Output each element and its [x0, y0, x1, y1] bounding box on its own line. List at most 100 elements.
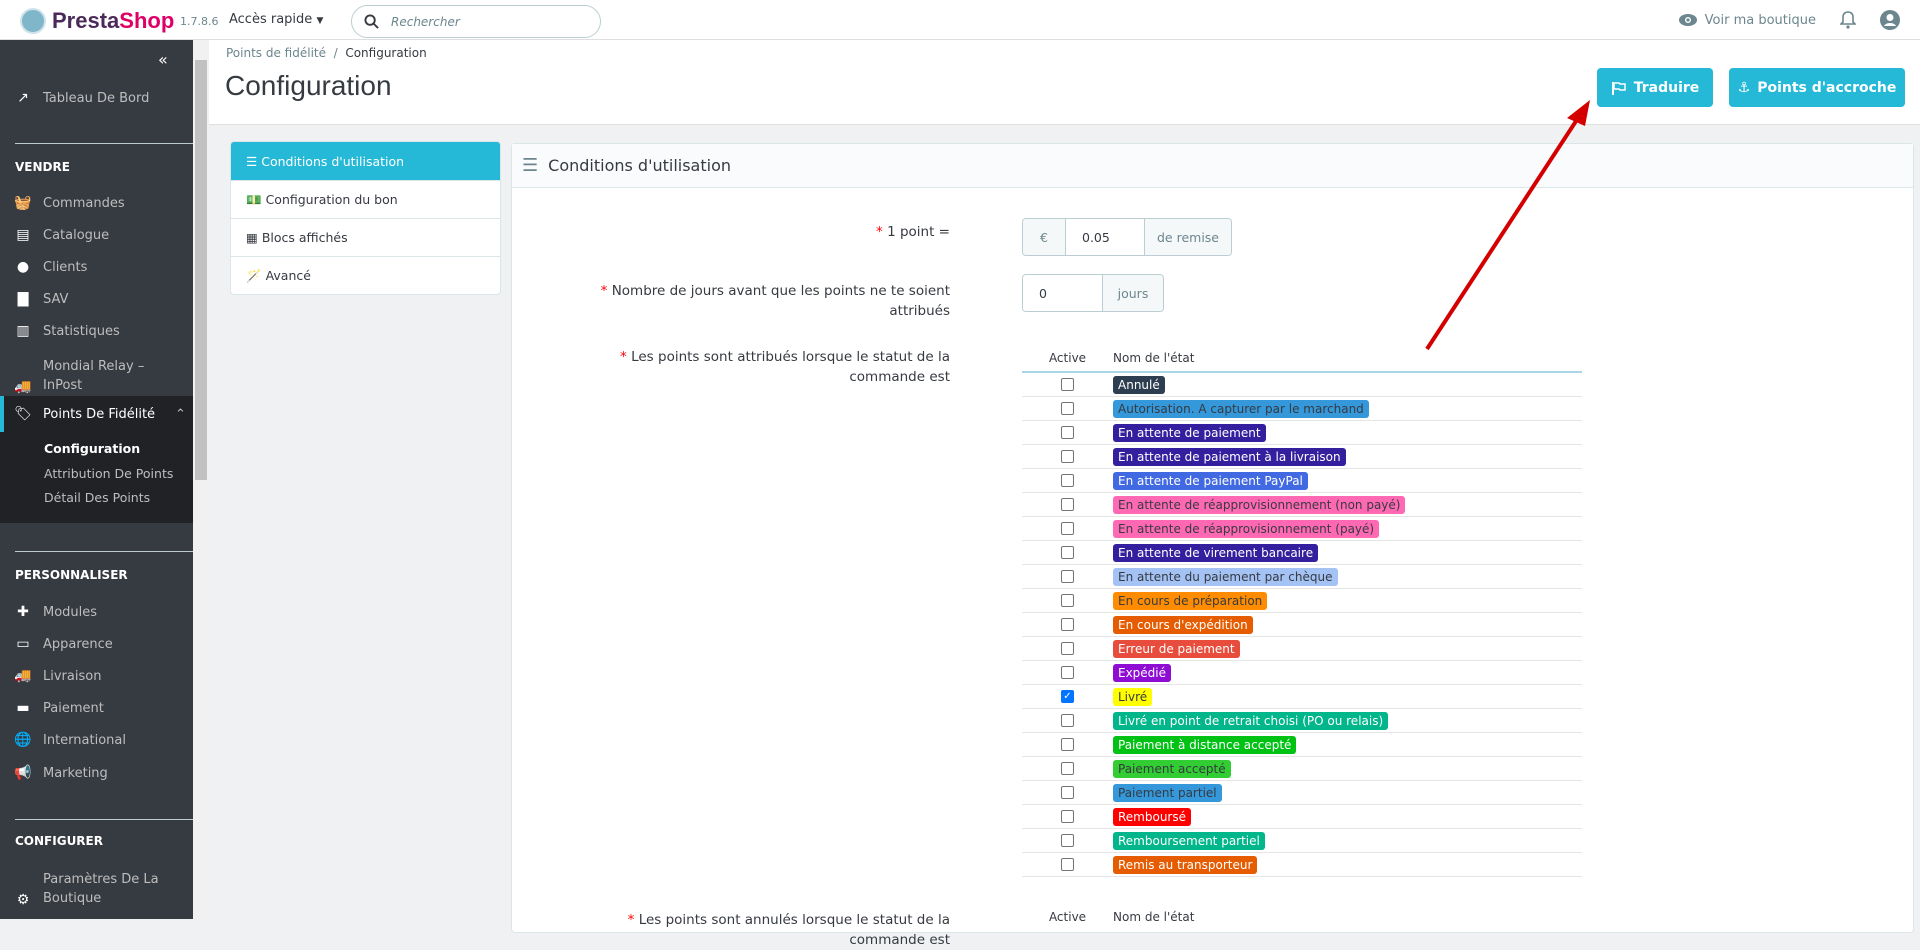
page-title: Configuration [225, 70, 392, 101]
column-active: Active [1048, 910, 1087, 924]
bell-icon[interactable] [1840, 11, 1856, 29]
active-checkbox[interactable] [1061, 498, 1074, 511]
globe-icon: 🌐 [14, 732, 32, 748]
active-checkbox[interactable] [1061, 450, 1074, 463]
active-checkbox[interactable] [1061, 786, 1074, 799]
sidebar-item-dashboard[interactable]: ↗ Tableau De Bord [0, 88, 193, 108]
table-row: Autorisation. A capturer par le marchand [1022, 397, 1582, 421]
submenu-detail[interactable]: Détail Des Points [44, 490, 150, 505]
panel-title: Conditions d'utilisation [548, 156, 732, 175]
tab-conditions[interactable]: ☰ Conditions d'utilisation [231, 142, 500, 180]
search-icon [364, 14, 379, 29]
active-checkbox[interactable] [1061, 642, 1074, 655]
active-checkbox[interactable]: ✓ [1061, 690, 1074, 703]
state-badge: Livré en point de retrait choisi (PO ou … [1113, 711, 1389, 730]
active-checkbox[interactable] [1061, 858, 1074, 871]
top-header: PrestaShop 1.7.8.6 Accès rapide ▼ Recher… [0, 0, 1920, 40]
sidebar-item-international[interactable]: 🌐 International [0, 730, 193, 750]
sidebar-item-modules[interactable]: ✚ Modules [0, 602, 193, 622]
eye-icon [1678, 14, 1697, 26]
prestashop-logo[interactable]: PrestaShop [20, 8, 174, 34]
monitor-icon: ▭ [16, 636, 30, 652]
discount-suffix: de remise [1145, 219, 1231, 255]
tab-label: Avancé [265, 268, 311, 283]
sidebar-item-stats[interactable]: ▥ Statistiques [0, 321, 193, 341]
sidebar-item-shipping[interactable]: 🚚 Livraison [0, 666, 193, 686]
currency-addon: € [1023, 219, 1065, 255]
active-checkbox[interactable] [1061, 522, 1074, 535]
active-checkbox[interactable] [1061, 594, 1074, 607]
tab-advanced[interactable]: 🪄 Avancé [231, 256, 500, 294]
state-badge: En attente du paiement par chèque [1113, 567, 1338, 586]
sidebar-item-payment[interactable]: ▬ Paiement [0, 698, 193, 718]
active-checkbox[interactable] [1061, 666, 1074, 679]
sidebar-scrollbar-thumb[interactable] [195, 60, 207, 480]
state-badge: Paiement accepté [1113, 759, 1231, 778]
sidebar-item-orders[interactable]: 🧺 Commandes [0, 193, 193, 213]
sidebar-item-marketing[interactable]: 📢 Marketing [0, 763, 193, 783]
days-input[interactable] [1023, 275, 1103, 311]
tab-label: Conditions d'utilisation [261, 153, 405, 169]
gear-icon: ⚙ [16, 892, 30, 908]
checkbox-cell [1022, 810, 1113, 823]
checkbox-cell [1022, 450, 1113, 463]
sidebar-item-loyalty-points[interactable]: 🏷 Points De Fidélité ⌃ [0, 404, 193, 424]
sidebar-item-shop-parameters[interactable]: ⚙ Paramètres De La Boutique [0, 868, 193, 908]
state-badge: Remis au transporteur [1113, 855, 1258, 874]
table-row: ✓ Livré [1022, 685, 1582, 709]
sidebar-item-label: Apparence [43, 636, 113, 652]
panel-header: ☰ Conditions d'utilisation [512, 144, 1913, 188]
active-checkbox[interactable] [1061, 738, 1074, 751]
checkbox-cell [1022, 786, 1113, 799]
active-checkbox[interactable] [1061, 570, 1074, 583]
sidebar-item-mondial-relay[interactable]: 🚚 Mondial Relay – InPost [0, 355, 193, 395]
translate-button[interactable]: Traduire [1597, 68, 1713, 107]
sidebar-item-sav[interactable]: ▇ SAV [0, 289, 193, 309]
tab-voucher-config[interactable]: 💵 Configuration du bon [231, 180, 500, 218]
point-value-input[interactable] [1065, 219, 1145, 255]
quick-access-dropdown[interactable]: Accès rapide ▼ [229, 12, 323, 27]
view-shop-link[interactable]: Voir ma boutique [1678, 13, 1816, 28]
checkbox-cell [1022, 570, 1113, 583]
active-checkbox[interactable] [1061, 426, 1074, 439]
active-checkbox[interactable] [1061, 714, 1074, 727]
point-value-label: * 1 point = [876, 224, 950, 240]
checkbox-cell [1022, 522, 1113, 535]
sidebar-item-catalog[interactable]: ▤ Catalogue [0, 225, 193, 245]
tab-displayed-blocks[interactable]: ▦ Blocs affichés [231, 218, 500, 256]
active-checkbox[interactable] [1061, 618, 1074, 631]
state-badge: Remboursé [1113, 807, 1192, 826]
status-label: * Les points sont attribués lorsque le s… [620, 349, 950, 385]
state-badge: En cours de préparation [1113, 591, 1268, 610]
table-row: Paiement à distance accepté [1022, 733, 1582, 757]
active-checkbox[interactable] [1061, 834, 1074, 847]
active-checkbox[interactable] [1061, 810, 1074, 823]
tab-label: Configuration du bon [265, 192, 398, 207]
active-checkbox[interactable] [1061, 762, 1074, 775]
credit-card-icon: ▬ [16, 700, 30, 716]
sidebar-item-customers[interactable]: ● Clients [0, 257, 193, 277]
active-checkbox[interactable] [1061, 474, 1074, 487]
breadcrumb-parent-link[interactable]: Points de fidélité [226, 46, 326, 60]
search-input[interactable]: Rechercher [351, 5, 601, 38]
truck-icon: 🚚 [14, 379, 32, 395]
submenu-attribution[interactable]: Attribution De Points [44, 466, 173, 481]
state-badge: En cours d'expédition [1113, 615, 1253, 634]
store-icon: ▤ [16, 227, 30, 243]
submenu-configuration[interactable]: Configuration [44, 441, 140, 456]
sidebar-item-label: Points De Fidélité [43, 406, 156, 422]
user-account-icon[interactable] [1880, 10, 1900, 30]
active-checkbox[interactable] [1061, 402, 1074, 415]
active-checkbox[interactable] [1061, 378, 1074, 391]
sidebar-item-appearance[interactable]: ▭ Apparence [0, 634, 193, 654]
collapse-sidebar-icon[interactable]: « [158, 50, 168, 69]
sidebar-item-label: Marketing [43, 765, 108, 781]
sidebar-item-label: Catalogue [43, 227, 110, 243]
hooks-button[interactable]: ⚓ Points d'accroche [1729, 68, 1905, 107]
puzzle-icon: ✚ [17, 604, 29, 620]
active-checkbox[interactable] [1061, 546, 1074, 559]
checkbox-cell [1022, 666, 1113, 679]
chevron-up-icon: ⌃ [175, 406, 186, 422]
table-row: Expédié [1022, 661, 1582, 685]
column-state-name: Nom de l'état [1113, 351, 1195, 365]
